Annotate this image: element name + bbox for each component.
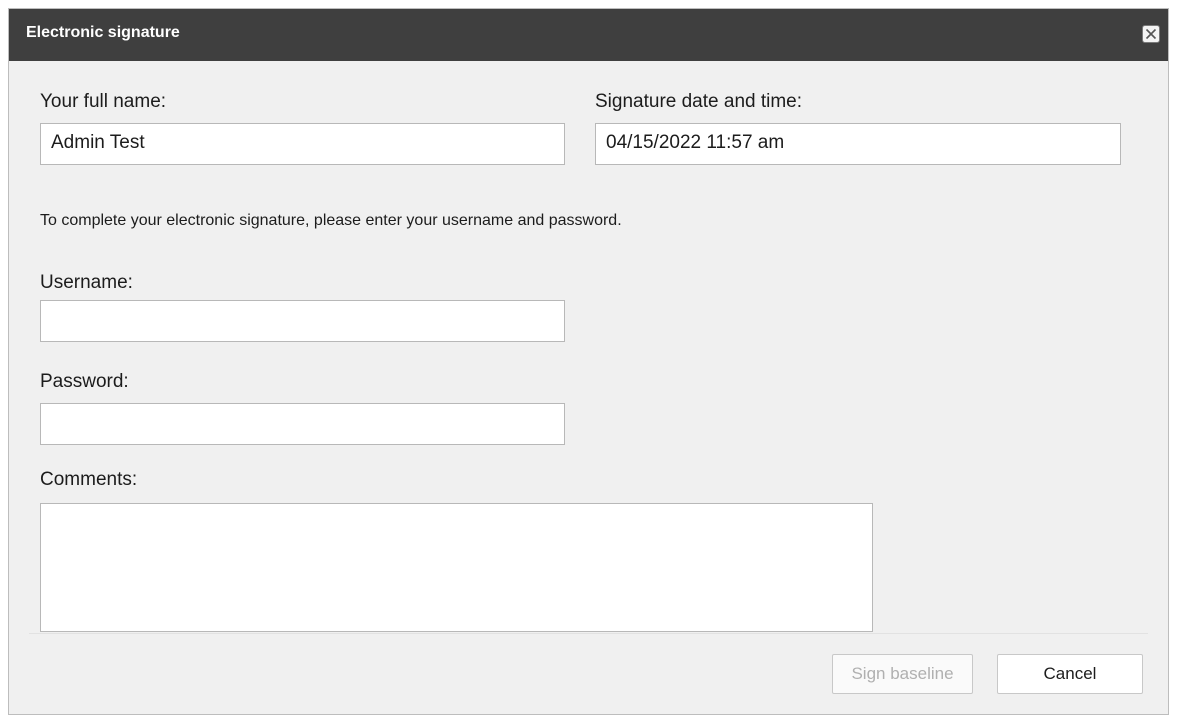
close-icon [1145, 28, 1157, 40]
datetime-label: Signature date and time: [595, 91, 803, 112]
full-name-label: Your full name: [40, 91, 167, 112]
full-name-field[interactable]: Admin Test [40, 123, 565, 165]
electronic-signature-dialog: Electronic signature Your full name: Adm… [8, 8, 1169, 715]
datetime-field[interactable]: 04/15/2022 11:57 am [595, 123, 1121, 165]
comments-label: Comments: [40, 469, 138, 490]
comments-textarea[interactable] [40, 503, 873, 632]
footer-divider [29, 633, 1148, 634]
cancel-button[interactable]: Cancel [997, 654, 1143, 694]
username-label: Username: [40, 272, 133, 293]
password-label: Password: [40, 371, 129, 392]
instructions-text: To complete your electronic signature, p… [40, 212, 622, 229]
dialog-title: Electronic signature [26, 24, 180, 41]
sign-baseline-button[interactable]: Sign baseline [832, 654, 973, 694]
username-field[interactable] [40, 300, 565, 342]
password-field[interactable] [40, 403, 565, 445]
dialog-titlebar: Electronic signature [9, 9, 1168, 61]
close-button[interactable] [1142, 25, 1160, 43]
